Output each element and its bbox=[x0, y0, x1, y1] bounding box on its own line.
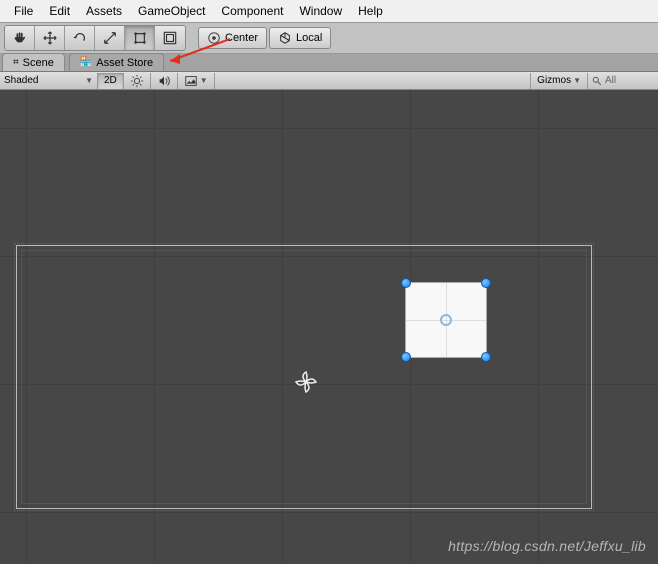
chevron-down-icon: ▼ bbox=[200, 76, 208, 85]
pivot-center-toggle[interactable]: Center bbox=[198, 27, 267, 49]
hand-icon bbox=[13, 31, 27, 45]
draw-mode-dropdown[interactable]: Shaded ▼ bbox=[0, 73, 98, 89]
menu-edit[interactable]: Edit bbox=[41, 4, 78, 18]
rotate-icon bbox=[73, 31, 87, 45]
audio-icon bbox=[157, 74, 171, 88]
tab-scene[interactable]: ⌗ Scene bbox=[2, 53, 65, 71]
transform-icon bbox=[163, 31, 177, 45]
scene-pivot-gizmo[interactable] bbox=[294, 370, 318, 394]
scene-toolbar: Shaded ▼ 2D ▼ Gizmos ▼ All bbox=[0, 72, 658, 90]
draw-mode-label: Shaded bbox=[4, 75, 38, 86]
hand-tool[interactable] bbox=[5, 26, 35, 50]
tab-scene-label: Scene bbox=[23, 57, 54, 69]
gizmos-label: Gizmos bbox=[537, 75, 571, 86]
search-icon bbox=[592, 76, 602, 86]
fx-toggle[interactable]: ▼ bbox=[178, 73, 215, 89]
selected-panel[interactable] bbox=[405, 282, 487, 358]
menu-window[interactable]: Window bbox=[291, 4, 350, 18]
panel-tabs: ⌗ Scene 🏪 Asset Store bbox=[0, 54, 658, 72]
menu-assets[interactable]: Assets bbox=[78, 4, 130, 18]
transform-tool[interactable] bbox=[155, 26, 185, 50]
search-placeholder: All bbox=[605, 75, 616, 86]
rect-handle-tr[interactable] bbox=[481, 278, 491, 288]
rect-handle-tl[interactable] bbox=[401, 278, 411, 288]
asset-store-icon: 🏪 bbox=[80, 57, 92, 68]
pivot-indicator[interactable] bbox=[440, 314, 452, 326]
sun-icon bbox=[130, 74, 144, 88]
menu-file[interactable]: File bbox=[6, 4, 41, 18]
scale-tool[interactable] bbox=[95, 26, 125, 50]
rect-icon bbox=[133, 31, 147, 45]
scene-search[interactable]: All bbox=[588, 73, 658, 89]
pinwheel-icon bbox=[294, 370, 318, 394]
menu-help[interactable]: Help bbox=[350, 4, 391, 18]
move-tool[interactable] bbox=[35, 26, 65, 50]
main-toolbar: Center Local bbox=[0, 22, 658, 54]
rect-handle-br[interactable] bbox=[481, 352, 491, 362]
chevron-down-icon: ▼ bbox=[573, 76, 581, 85]
scale-icon bbox=[103, 31, 117, 45]
scene-viewport[interactable]: https://blog.csdn.net/Jeffxu_lib bbox=[0, 90, 658, 564]
center-icon bbox=[207, 31, 221, 45]
2d-toggle[interactable]: 2D bbox=[98, 73, 124, 89]
menu-bar: File Edit Assets GameObject Component Wi… bbox=[0, 0, 658, 22]
transform-tools bbox=[4, 25, 186, 51]
chevron-down-icon: ▼ bbox=[85, 76, 93, 85]
local-label: Local bbox=[296, 32, 322, 44]
menu-gameobject[interactable]: GameObject bbox=[130, 4, 213, 18]
rotate-tool[interactable] bbox=[65, 26, 95, 50]
tab-asset-store[interactable]: 🏪 Asset Store bbox=[69, 53, 164, 71]
menu-component[interactable]: Component bbox=[213, 4, 291, 18]
audio-toggle[interactable] bbox=[151, 73, 178, 89]
rect-handle-bl[interactable] bbox=[401, 352, 411, 362]
lighting-toggle[interactable] bbox=[124, 73, 151, 89]
center-label: Center bbox=[225, 32, 258, 44]
scene-grid-icon: ⌗ bbox=[13, 57, 19, 68]
space-local-toggle[interactable]: Local bbox=[269, 27, 331, 49]
move-icon bbox=[43, 31, 57, 45]
gizmos-dropdown[interactable]: Gizmos ▼ bbox=[530, 73, 588, 89]
rect-tool[interactable] bbox=[125, 26, 155, 50]
watermark: https://blog.csdn.net/Jeffxu_lib bbox=[448, 538, 646, 554]
image-icon bbox=[184, 74, 198, 88]
tab-asset-store-label: Asset Store bbox=[96, 57, 153, 69]
local-icon bbox=[278, 31, 292, 45]
